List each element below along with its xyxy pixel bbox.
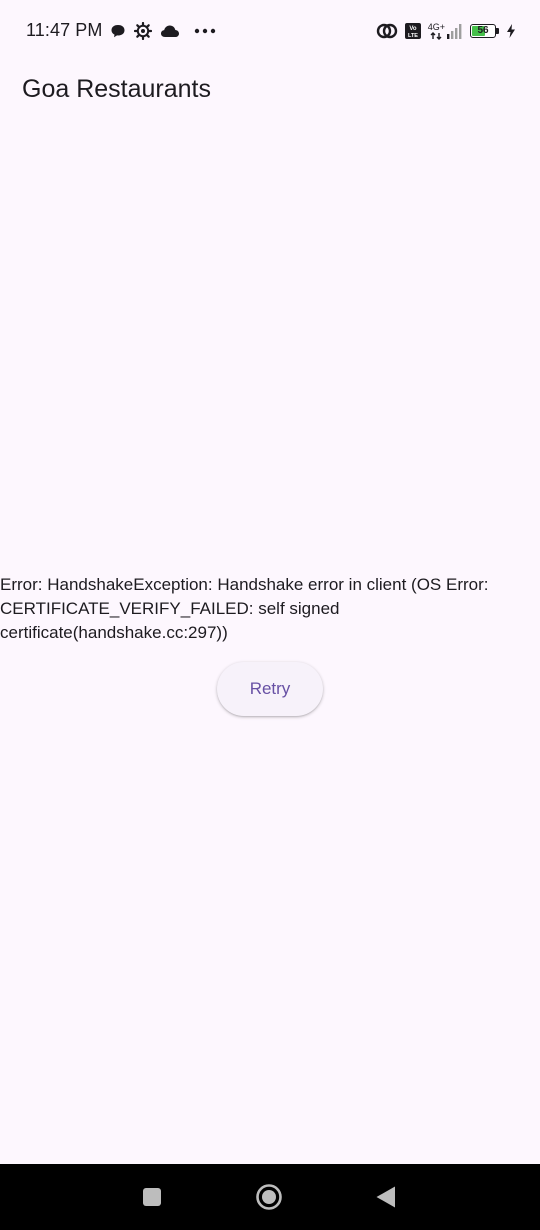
recent-apps-icon [143,1188,161,1206]
status-left-icons [110,22,216,40]
back-icon [376,1186,395,1208]
settings-gear-icon [134,22,152,40]
hotspot-icon [376,22,398,40]
chat-bubble-icon [110,23,126,39]
cloud-icon [160,24,180,38]
svg-text:LTE: LTE [408,33,418,39]
network-type-label: 4G+ [427,22,445,32]
back-button[interactable] [356,1164,416,1230]
volte-icon: Vo LTE [404,22,422,40]
charging-icon [506,23,516,39]
navigation-bar [0,1164,540,1230]
home-icon [256,1184,282,1210]
app-bar: Goa Restaurants [0,64,540,120]
home-button[interactable] [239,1164,299,1230]
error-message: Error: HandshakeException: Handshake err… [0,575,489,642]
signal-icon: 4G+ [428,22,464,40]
battery-level: 56 [477,25,489,36]
recent-apps-button[interactable] [122,1164,182,1230]
status-time: 11:47 PM [26,20,103,40]
status-bar: 11:47 PM Vo LTE 4G+ 56 [0,0,540,64]
svg-text:Vo: Vo [409,26,417,32]
page-title: Goa Restaurants [22,75,211,103]
status-right-icons: Vo LTE 4G+ 56 [376,22,516,40]
battery-icon: 56 [470,23,500,39]
more-dots-icon [194,28,216,34]
retry-button[interactable]: Retry [217,662,323,716]
